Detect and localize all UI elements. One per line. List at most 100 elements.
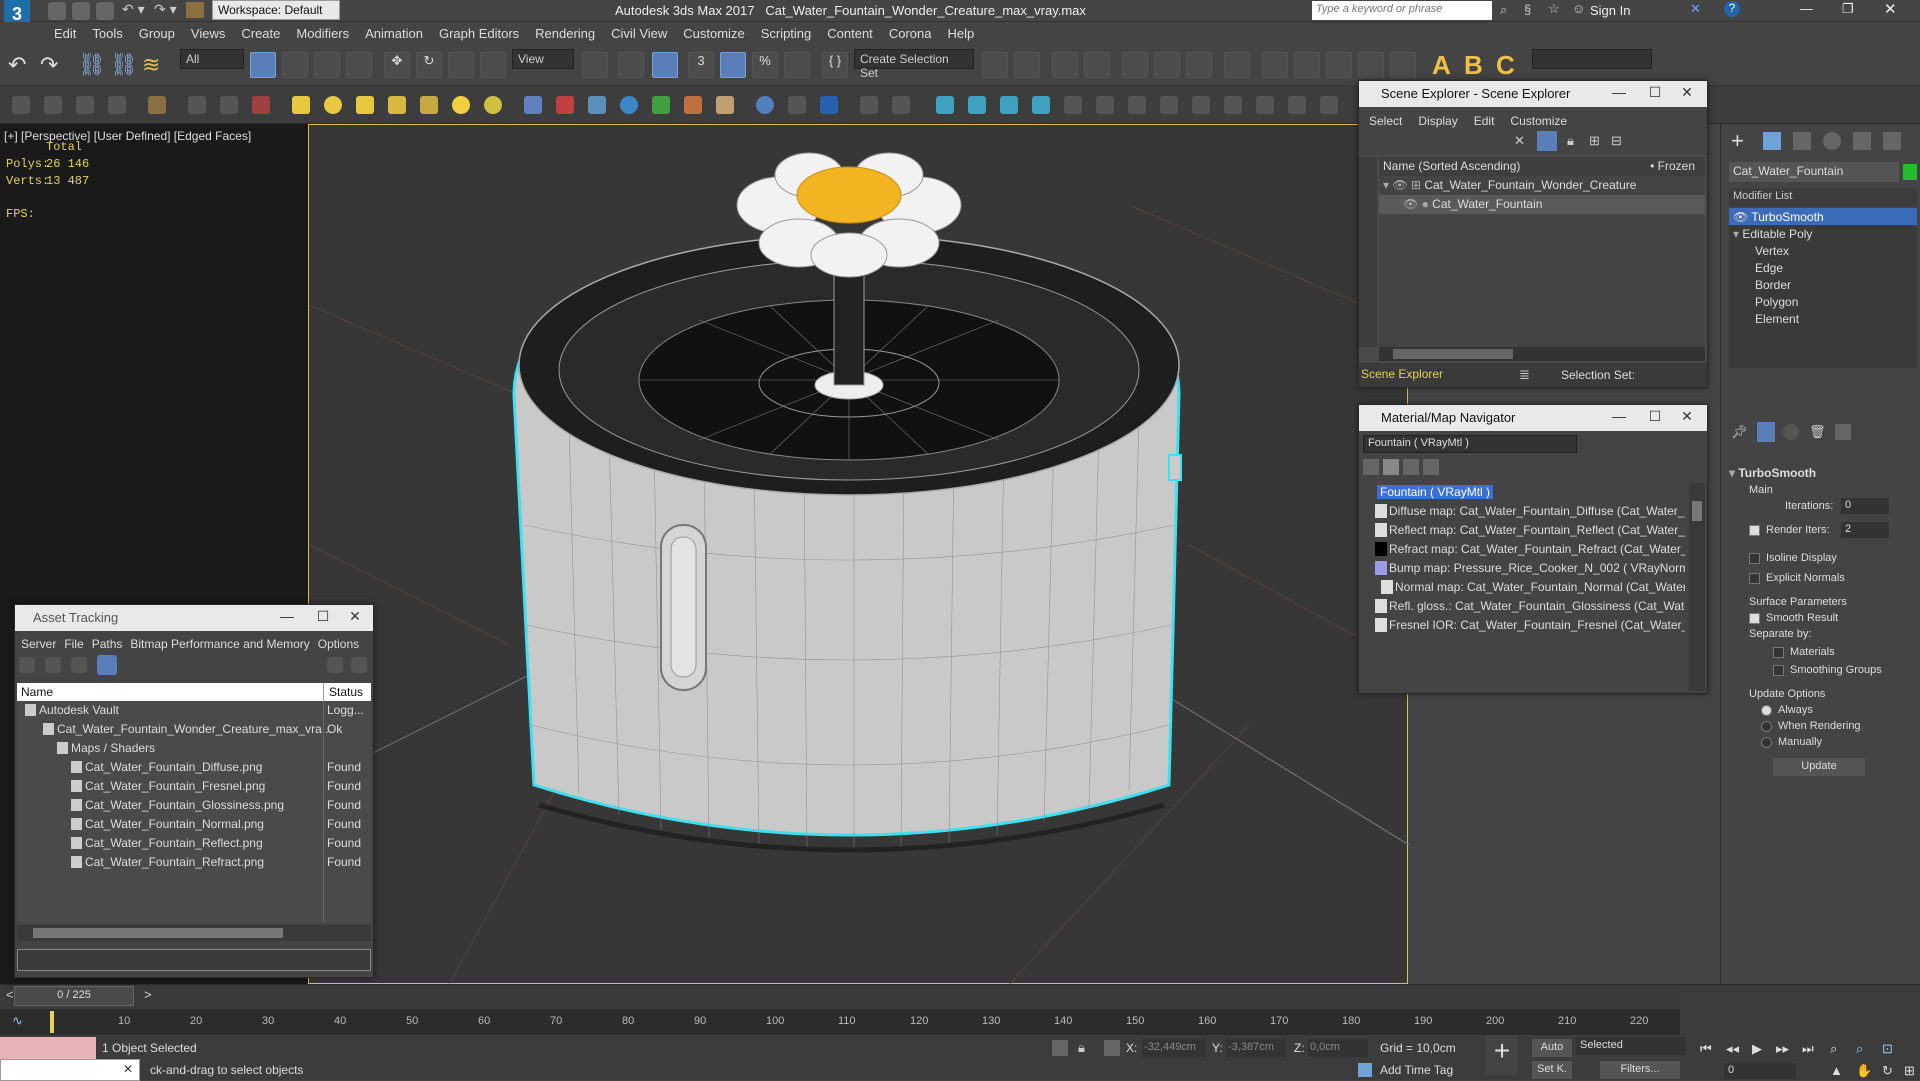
subobject-polygon[interactable]: Polygon [1729,293,1917,310]
scene-tree-row[interactable]: ▾ 👁︎ ⊞ Cat_Water_Fountain_Wonder_Creatur… [1379,176,1705,195]
selected-icons-view-icon[interactable] [1423,459,1439,475]
play-icon[interactable]: ▶ [1752,1041,1762,1057]
maxscript-mini-field[interactable]: ✕ [0,1059,140,1081]
asset-path-field[interactable] [17,949,371,971]
explorer-name-field[interactable]: Scene Explorer [1361,367,1443,381]
vray-fur-icon[interactable] [860,96,878,114]
field-of-view-icon[interactable]: ▲ [1830,1063,1843,1078]
asset-horizontal-scrollbar[interactable] [17,925,371,941]
save-file-icon[interactable] [96,2,114,20]
sphere-primitive-icon[interactable] [324,96,342,114]
scale-icon[interactable] [448,52,474,78]
paths-icon[interactable] [71,657,87,673]
vray-light-icon[interactable] [820,96,838,114]
time-slider[interactable]: < 0 / 225 > [4,985,1680,1007]
menu-item-edit[interactable]: Edit [46,22,84,45]
horizontal-scrollbar[interactable] [1379,347,1705,361]
align-icon[interactable] [1014,52,1040,78]
scene-icon[interactable] [620,96,638,114]
proxy-icon[interactable] [716,96,734,114]
col-frozen-header[interactable]: • Frozen [1650,159,1695,173]
select-by-name-icon[interactable] [282,52,308,78]
sign-in-link[interactable]: Sign In [1590,3,1630,18]
vray-extra-icon[interactable] [1288,96,1306,114]
create-tab-icon[interactable]: + [1731,128,1744,154]
col-name-header[interactable]: Name [21,685,53,699]
rectangular-selection-icon[interactable] [314,52,340,78]
tool-icon-7[interactable] [220,96,238,114]
material-map-row[interactable]: Refl. gloss.: Cat_Water_Fountain_Glossin… [1363,597,1685,616]
menu-item-tools[interactable]: Tools [84,22,130,45]
menu-item-group[interactable]: Group [131,22,183,45]
menu-item-create[interactable]: Create [233,22,288,45]
unlink-icon[interactable]: ⛓ [110,52,138,78]
vray-sphere-icon[interactable] [756,96,774,114]
asset-menu-bitmap-performance-and-memory[interactable]: Bitmap Performance and Memory [126,634,313,654]
table-row[interactable]: Maps / Shaders [17,739,371,758]
spinner-snap-icon[interactable] [784,52,810,78]
vertical-scrollbar[interactable] [1689,483,1705,691]
materials-checkbox[interactable] [1773,646,1784,658]
asset-menu-options[interactable]: Options [314,634,363,654]
lock-icon[interactable]: 🔒︎ [1567,133,1574,149]
zoom-icon[interactable]: ⌕ [1830,1041,1837,1057]
material-map-row[interactable]: Reflect map: Cat_Water_Fountain_Reflect … [1363,521,1685,540]
bind-space-warp-icon[interactable]: ≋ [142,52,160,78]
menu-item-rendering[interactable]: Rendering [527,22,603,45]
pivot-center-icon[interactable] [582,52,608,78]
turbosmooth-rollout-title[interactable]: ▾ TurboSmooth [1729,466,1816,480]
update-button[interactable]: Update [1773,758,1865,776]
spacewarp-icon[interactable] [524,96,542,114]
schematic-view-icon[interactable] [1186,52,1212,78]
tool-icon-5[interactable] [148,96,166,114]
vray-displacement-icon[interactable] [892,96,910,114]
minimize-icon[interactable]: — [1800,1,1813,16]
previous-frame-icon[interactable]: ◂◂ [1726,1041,1739,1057]
menu-item-customize[interactable]: Customize [675,22,752,45]
list-view-icon[interactable] [1363,459,1379,475]
hierarchy-tab-icon[interactable] [1793,132,1811,150]
table-row[interactable]: Cat_Water_Fountain_Diffuse.png Found [17,758,371,777]
utilities-tab-icon[interactable] [1883,132,1901,150]
table-row[interactable]: Cat_Water_Fountain_Normal.png Found [17,815,371,834]
keyboard-shortcut-icon[interactable] [652,52,678,78]
asset-tracking-titlebar[interactable]: Asset Tracking — ☐ ✕ [15,605,373,631]
current-frame-field[interactable]: 0 [1724,1063,1796,1079]
modifier-editable-poly[interactable]: ▾ Editable Poly [1729,225,1917,242]
configure-sets-icon[interactable] [1835,424,1851,440]
display-tab-icon[interactable] [1853,132,1871,150]
text-tool-a-icon[interactable]: A [1432,50,1451,81]
workspace-dropdown[interactable]: Workspace: Default [212,0,340,20]
material-map-row[interactable]: Fresnel IOR: Cat_Water_Fountain_Fresnel … [1363,616,1685,635]
hierarchy-icon[interactable]: ⊞ [1589,133,1600,149]
helper-icon[interactable] [484,96,502,114]
always-radio[interactable] [1761,704,1772,716]
filter-icon[interactable] [1537,131,1557,151]
material-map-row[interactable]: Normal map: Cat_Water_Fountain_Normal (C… [1363,578,1685,597]
isolate-selection-icon[interactable] [1052,1040,1068,1056]
material-editor-icon[interactable] [1224,52,1250,78]
render-in-cloud-icon[interactable] [1390,52,1416,78]
snaps-toggle-icon[interactable]: 3 [688,52,714,78]
viewport-shading-menu[interactable]: [User Defined] [94,129,171,143]
vray-sky-icon[interactable] [936,96,954,114]
file-icon[interactable] [45,657,61,673]
community-icon[interactable]: § [1524,2,1531,17]
vray-settings-icon[interactable] [1256,96,1274,114]
tool-icon-6[interactable] [188,96,206,114]
menu-item-help[interactable]: Help [939,22,982,45]
vray-tool-icon[interactable] [788,96,806,114]
vray-ipr-icon[interactable] [1224,96,1242,114]
binoculars-icon[interactable]: ⌕ [1500,2,1507,18]
asset-menu-file[interactable]: File [60,634,87,654]
set-key-button[interactable]: Set K. [1532,1061,1572,1079]
viewport-label[interactable]: [+] [Perspective] [User Defined] [Edged … [4,129,251,143]
select-manipulate-icon[interactable] [618,52,644,78]
key-mode-icon[interactable]: + [1486,1035,1518,1075]
maximize-icon[interactable]: ☐ [1645,408,1665,426]
material-name-field[interactable]: Fountain ( VRayMtl ) [1363,435,1577,453]
box-primitive-icon[interactable] [292,96,310,114]
table-row[interactable]: Cat_Water_Fountain_Wonder_Creature_max_v… [17,720,371,739]
scene-explorer-titlebar[interactable]: Scene Explorer - Scene Explorer — ☐ ✕ [1359,81,1707,107]
open-file-icon[interactable] [72,2,90,20]
